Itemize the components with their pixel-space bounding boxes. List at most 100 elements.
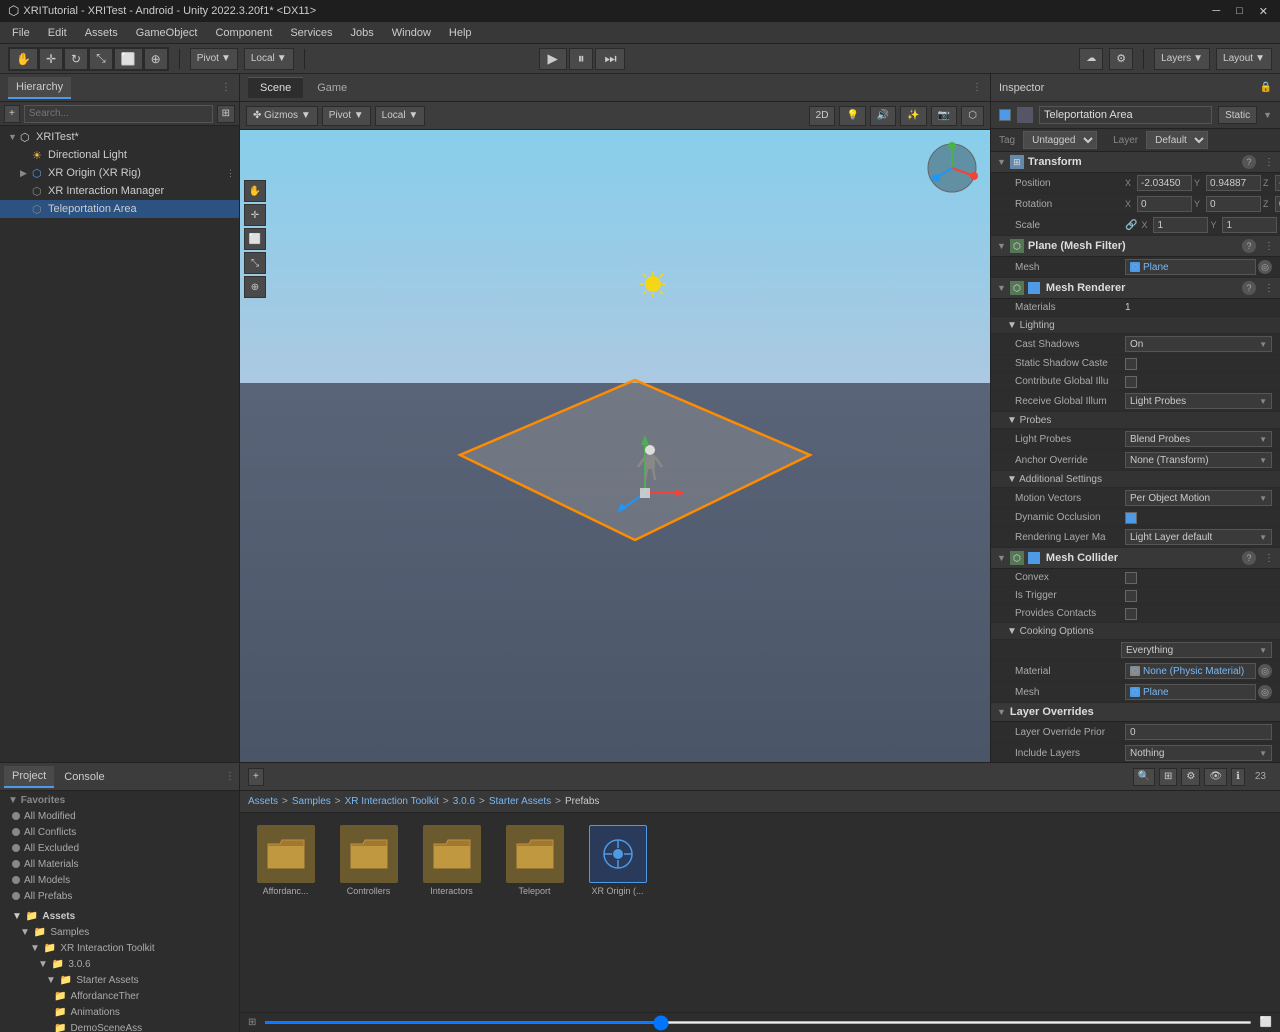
scale-tool[interactable]: ⤡ <box>89 48 113 70</box>
cooking-dropdown[interactable]: Everything ▼ <box>1121 642 1272 658</box>
assets-tree-header[interactable]: ▼ 📁 Assets <box>0 908 239 924</box>
scene-tool-resize[interactable]: ⤡ <box>244 252 266 274</box>
close-button[interactable]: ✕ <box>1255 5 1272 18</box>
assets-settings-button[interactable]: ⚙ <box>1181 768 1200 786</box>
breadcrumb-starter[interactable]: Starter Assets <box>489 796 551 807</box>
asset-item-controllers[interactable]: Controllers <box>331 821 406 900</box>
fav-item-all-prefabs[interactable]: All Prefabs <box>0 888 239 904</box>
mesh-filter-options[interactable]: ⋮ <box>1264 241 1274 252</box>
breadcrumb-xr[interactable]: XR Interaction Toolkit <box>345 796 439 807</box>
hierarchy-add-button[interactable]: + <box>4 105 20 123</box>
hierarchy-menu-icon[interactable]: ⋮ <box>221 82 231 93</box>
menu-help[interactable]: Help <box>441 25 480 41</box>
play-button[interactable]: ▶ <box>539 48 567 70</box>
mesh-collider-options[interactable]: ⋮ <box>1264 553 1274 564</box>
rendering-layer-dropdown[interactable]: Light Layer default ▼ <box>1125 529 1272 545</box>
menu-gameobject[interactable]: GameObject <box>128 25 206 41</box>
collab-button[interactable]: ☁ <box>1079 48 1103 70</box>
layers-button[interactable]: Layers ▼ <box>1154 48 1210 70</box>
probes-subheader[interactable]: ▼ Probes <box>991 412 1280 429</box>
settings-button[interactable]: ⚙ <box>1109 48 1133 70</box>
mesh-collider-check[interactable] <box>1028 552 1040 564</box>
scene-light-btn[interactable]: 💡 <box>839 106 865 126</box>
scene-audio-btn[interactable]: 🔊 <box>870 106 896 126</box>
tree-xr-toolkit[interactable]: ▼ 📁 XR Interaction Toolkit <box>0 940 239 956</box>
move-tool[interactable]: ✛ <box>39 48 63 70</box>
scene-local-btn[interactable]: Local ▼ <box>375 106 426 126</box>
assets-eye-button[interactable]: 👁 <box>1204 768 1227 786</box>
receive-global-dropdown[interactable]: Light Probes ▼ <box>1125 393 1272 409</box>
mesh-renderer-options[interactable]: ⋮ <box>1264 283 1274 294</box>
cooking-options-subheader[interactable]: ▼ Cooking Options <box>991 623 1280 640</box>
fav-item-all-excluded[interactable]: All Excluded <box>0 840 239 856</box>
window-controls[interactable]: ─ □ ✕ <box>1208 5 1272 18</box>
tree-affordance[interactable]: 📁 AffordanceTher <box>0 988 239 1004</box>
asset-size-slider[interactable] <box>264 1021 1251 1024</box>
layer-dropdown[interactable]: Default <box>1146 131 1208 149</box>
static-button[interactable]: Static <box>1218 106 1257 124</box>
menu-edit[interactable]: Edit <box>40 25 75 41</box>
section-mesh-filter[interactable]: ▼ ⬡ Plane (Mesh Filter) ? ⋮ <box>991 236 1280 257</box>
menu-window[interactable]: Window <box>384 25 439 41</box>
light-probes-dropdown[interactable]: Blend Probes ▼ <box>1125 431 1272 447</box>
provides-contacts-checkbox[interactable] <box>1125 608 1137 620</box>
hierarchy-item-directional-light[interactable]: ☀ Directional Light <box>0 146 239 164</box>
tag-dropdown[interactable]: Untagged <box>1023 131 1097 149</box>
hand-tool[interactable]: ✋ <box>9 48 38 70</box>
global-illum-checkbox[interactable] <box>1125 376 1137 388</box>
cast-shadows-dropdown[interactable]: On ▼ <box>1125 336 1272 352</box>
collider-mesh-value[interactable]: ⬡ Plane <box>1125 684 1256 700</box>
menu-jobs[interactable]: Jobs <box>343 25 382 41</box>
hierarchy-item-xrorigin[interactable]: ▶ ⬡ XR Origin (XR Rig) ⋮ <box>0 164 239 182</box>
scene-render-btn[interactable]: ⬡ <box>961 106 984 126</box>
mesh-value[interactable]: ⬡ Plane <box>1125 259 1256 275</box>
scene-camera-btn[interactable]: 📷 <box>931 106 957 126</box>
tab-scene[interactable]: Scene <box>248 77 303 98</box>
step-button[interactable]: ⏭ <box>595 48 625 70</box>
material-select-icon[interactable]: ◎ <box>1258 664 1272 678</box>
transform-info-icon[interactable]: ? <box>1242 155 1256 169</box>
breadcrumb-prefabs[interactable]: Prefabs <box>565 796 599 807</box>
scene-tool-hand[interactable]: ✋ <box>244 180 266 202</box>
section-transform[interactable]: ▼ ⊞ Transform ? ⋮ <box>991 152 1280 173</box>
rotation-z-field[interactable] <box>1275 196 1280 212</box>
scale-x-field[interactable] <box>1153 217 1208 233</box>
mesh-collider-info[interactable]: ? <box>1242 551 1256 565</box>
scale-y-field[interactable] <box>1222 217 1277 233</box>
anchor-override-dropdown[interactable]: None (Transform) ▼ <box>1125 452 1272 468</box>
scene-pivot-btn[interactable]: Pivot ▼ <box>322 106 371 126</box>
scene-2d-btn[interactable]: 2D <box>809 106 836 126</box>
scene-gizmos-btn[interactable]: ✤ Gizmos ▼ <box>246 106 318 126</box>
fav-item-all-materials[interactable]: All Materials <box>0 856 239 872</box>
inspector-lock-icon[interactable]: 🔒 <box>1260 82 1272 93</box>
tree-306[interactable]: ▼ 📁 3.0.6 <box>0 956 239 972</box>
layer-override-priority-field[interactable] <box>1125 724 1272 740</box>
layout-button[interactable]: Layout ▼ <box>1216 48 1272 70</box>
hierarchy-search-input[interactable] <box>24 105 213 123</box>
rotate-tool[interactable]: ↻ <box>64 48 88 70</box>
is-trigger-checkbox[interactable] <box>1125 590 1137 602</box>
position-x-field[interactable] <box>1137 175 1192 191</box>
tab-game[interactable]: Game <box>305 78 359 98</box>
scene-menu-icon[interactable]: ⋮ <box>972 82 982 93</box>
favorites-header[interactable]: ▼ Favorites <box>0 793 239 808</box>
local-button[interactable]: Local ▼ <box>244 48 294 70</box>
asset-item-affordance[interactable]: Affordanc... <box>248 821 323 900</box>
project-menu-icon[interactable]: ⋮ <box>225 771 235 782</box>
hierarchy-item-teleportation-area[interactable]: ⬡ Teleportation Area <box>0 200 239 218</box>
convex-checkbox[interactable] <box>1125 572 1137 584</box>
scene-tool-center[interactable]: ⊕ <box>244 276 266 298</box>
dynamic-occlusion-checkbox[interactable] <box>1125 512 1137 524</box>
maximize-button[interactable]: □ <box>1232 5 1247 18</box>
scene-tool-crosshair[interactable]: ✛ <box>244 204 266 226</box>
mesh-filter-info[interactable]: ? <box>1242 239 1256 253</box>
breadcrumb-306[interactable]: 3.0.6 <box>453 796 475 807</box>
collider-mesh-select[interactable]: ◎ <box>1258 685 1272 699</box>
transform-tool[interactable]: ⊕ <box>144 48 168 70</box>
scene-gizmo-widget[interactable] <box>922 138 982 198</box>
scene-view[interactable]: ✋ ✛ ⬜ ⤡ ⊕ <box>240 130 990 762</box>
lighting-subheader[interactable]: ▼ Lighting <box>991 317 1280 334</box>
assets-add-button[interactable]: + <box>248 768 264 786</box>
tab-hierarchy[interactable]: Hierarchy <box>8 77 71 99</box>
position-z-field[interactable] <box>1275 175 1280 191</box>
